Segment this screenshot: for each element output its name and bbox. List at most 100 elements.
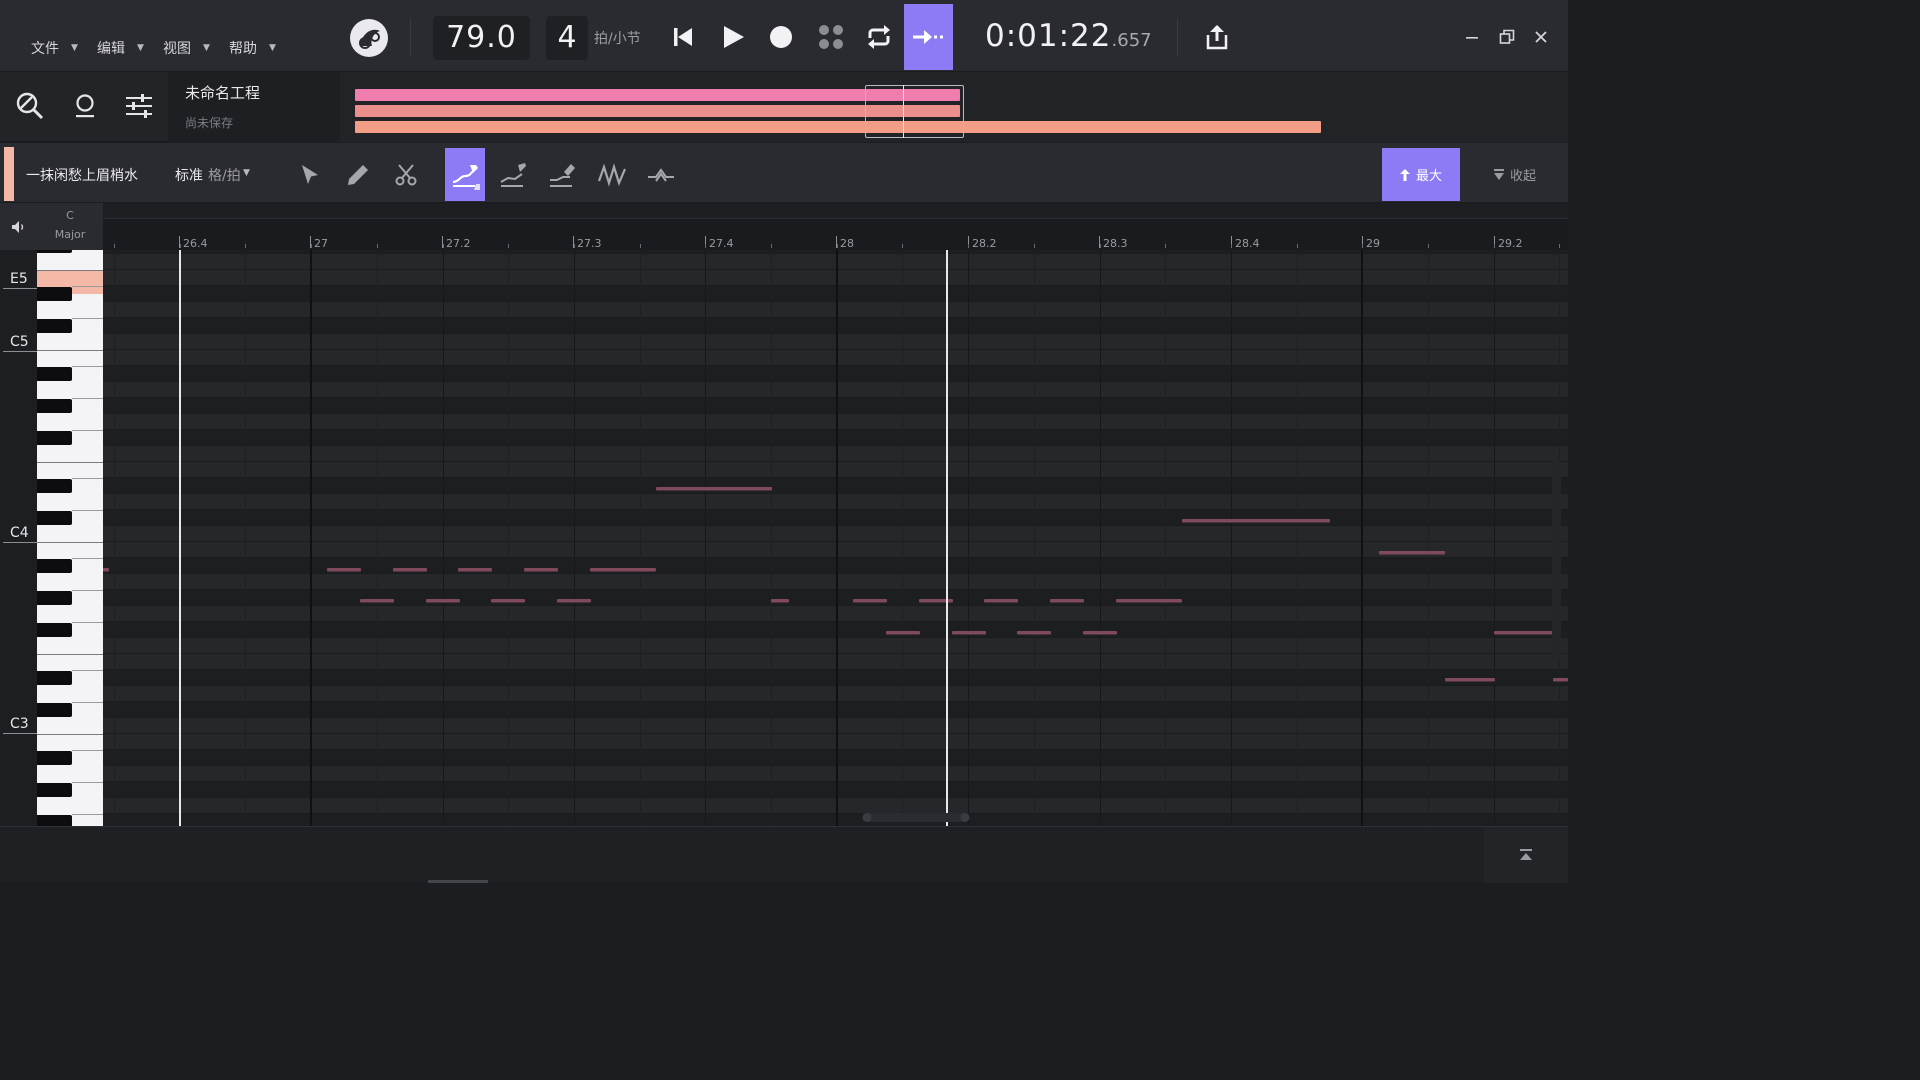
black-key[interactable] [37, 319, 72, 333]
menu-help[interactable]: 帮助 ▼ [229, 38, 276, 58]
note[interactable] [524, 568, 558, 572]
maximize-panel-button[interactable]: 最大 [1382, 148, 1460, 201]
note[interactable] [853, 599, 887, 603]
black-key[interactable] [37, 751, 72, 765]
octave-line [3, 351, 37, 352]
black-key[interactable] [37, 815, 72, 826]
note[interactable] [1182, 519, 1330, 523]
arrangement-overview[interactable] [340, 72, 1568, 142]
track-name[interactable]: 一抹闲愁上眉梢水 [26, 165, 138, 185]
pitch-draw-tool-button[interactable] [445, 148, 485, 201]
note[interactable] [426, 599, 460, 603]
vibrato-tool-button[interactable] [592, 148, 632, 201]
quantize-label[interactable]: 标准 [175, 165, 203, 185]
tempo-display[interactable]: 79.0 [433, 16, 530, 60]
close-button[interactable] [1526, 22, 1556, 52]
black-key[interactable] [37, 250, 72, 253]
preview-sound-button[interactable] [0, 203, 37, 250]
black-key[interactable] [37, 559, 72, 573]
follow-playhead-button[interactable] [904, 4, 953, 70]
collapse-panel-button[interactable]: 收起 [1470, 148, 1560, 201]
beats-display[interactable]: 4 [546, 16, 588, 60]
transition-tool-button[interactable] [641, 148, 681, 201]
singer-logo-icon[interactable] [350, 19, 388, 57]
skip-start-button[interactable] [660, 14, 706, 60]
note[interactable] [1116, 599, 1182, 603]
note[interactable] [1017, 631, 1051, 635]
note[interactable] [1379, 551, 1445, 555]
note[interactable] [656, 487, 772, 491]
play-button[interactable] [710, 14, 756, 60]
black-key[interactable] [37, 591, 72, 605]
note[interactable] [327, 568, 361, 572]
pencil-tool-button[interactable] [338, 148, 378, 201]
note[interactable] [1553, 678, 1568, 682]
overview-viewport[interactable] [865, 85, 964, 138]
black-key[interactable] [37, 287, 72, 301]
black-key[interactable] [37, 399, 72, 413]
note[interactable] [557, 599, 591, 603]
project-info[interactable]: 未命名工程 尚未保存 [168, 72, 340, 142]
expand-panel-button[interactable] [1484, 827, 1568, 883]
key-root[interactable]: C [38, 209, 102, 222]
white-keys[interactable] [37, 250, 103, 826]
note[interactable] [103, 568, 109, 572]
mixer-button[interactable] [119, 86, 159, 126]
chevron-down-icon[interactable]: ▼ [243, 168, 250, 178]
black-key[interactable] [37, 511, 72, 525]
note[interactable] [771, 599, 789, 603]
restore-button[interactable] [1492, 22, 1522, 52]
search-button[interactable] [10, 86, 50, 126]
note[interactable] [360, 599, 394, 603]
black-key[interactable] [37, 783, 72, 797]
record-button[interactable] [758, 14, 804, 60]
playhead[interactable] [946, 250, 948, 826]
grid-row [103, 574, 1568, 590]
quantize-value[interactable]: 格/拍 [208, 165, 241, 185]
grid-row [103, 286, 1568, 302]
note[interactable] [886, 631, 920, 635]
note[interactable] [590, 568, 656, 572]
horizontal-scrollbar[interactable] [428, 880, 488, 883]
menu-edit[interactable]: 编辑 ▼ [97, 38, 144, 58]
minimize-button[interactable] [1457, 22, 1487, 52]
metronome-button[interactable] [808, 14, 854, 60]
pitch-erase-tool-button[interactable] [542, 148, 582, 201]
note[interactable] [458, 568, 492, 572]
vertical-scrollbar[interactable] [1552, 460, 1561, 660]
timeline-ruler[interactable]: 26.4 27 27.2 27.3 27.4 28 28.2 28.3 28.4 29 29.2 [103, 219, 1568, 250]
menu-file[interactable]: 文件 ▼ [31, 38, 78, 58]
key-mode[interactable]: Major [38, 228, 102, 241]
export-button[interactable] [1194, 14, 1240, 60]
black-key[interactable] [37, 431, 72, 445]
piano-keyboard[interactable] [37, 250, 103, 826]
ruler-strip[interactable] [103, 203, 1568, 219]
loop-button[interactable] [856, 14, 902, 60]
note[interactable] [1494, 631, 1554, 635]
ruler-tick [573, 236, 574, 248]
note[interactable] [984, 599, 1018, 603]
black-key[interactable] [37, 367, 72, 381]
scissors-tool-button[interactable] [386, 148, 426, 201]
note-grid[interactable] [103, 250, 1568, 826]
pitch-smooth-tool-button[interactable] [493, 148, 533, 201]
loop-start-marker[interactable] [179, 250, 181, 826]
note[interactable] [952, 631, 986, 635]
zoom-scrollbar[interactable] [864, 813, 968, 822]
note[interactable] [491, 599, 525, 603]
arrow-right-dots-icon [912, 30, 943, 44]
divider [410, 18, 411, 56]
black-key[interactable] [37, 623, 72, 637]
zoom-handle[interactable] [960, 813, 970, 822]
note[interactable] [1083, 631, 1117, 635]
voice-button[interactable] [65, 86, 105, 126]
black-key[interactable] [37, 671, 72, 685]
note[interactable] [1445, 678, 1495, 682]
zoom-handle[interactable] [862, 813, 872, 822]
note[interactable] [393, 568, 427, 572]
black-key[interactable] [37, 479, 72, 493]
select-tool-button[interactable] [290, 148, 330, 201]
black-key[interactable] [37, 703, 72, 717]
menu-view[interactable]: 视图 ▼ [163, 38, 210, 58]
note[interactable] [1050, 599, 1084, 603]
